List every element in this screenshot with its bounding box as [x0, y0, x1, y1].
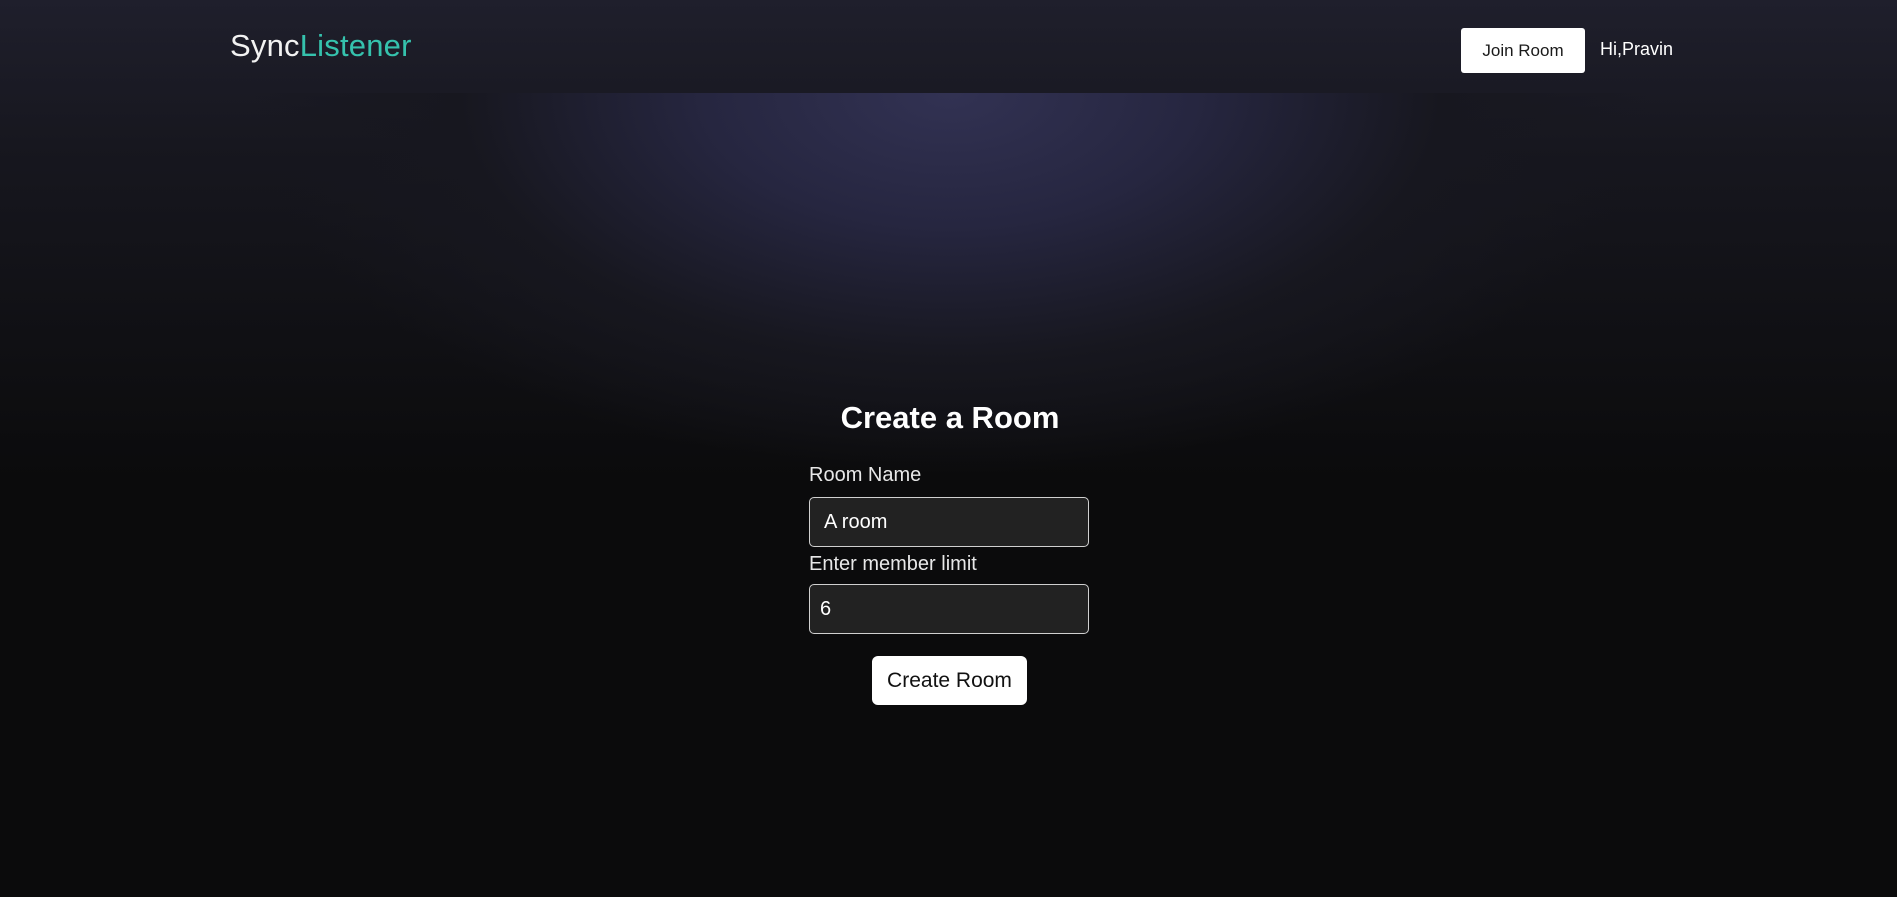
create-room-button[interactable]: Create Room: [872, 656, 1027, 705]
member-limit-input[interactable]: [809, 584, 1089, 634]
join-room-button[interactable]: Join Room: [1461, 28, 1585, 73]
form-title: Create a Room: [840, 400, 1060, 435]
brand-logo-listener: Listener: [299, 28, 412, 63]
user-greeting: Hi,Pravin: [1600, 39, 1674, 59]
brand-logo[interactable]: SyncListener: [230, 28, 412, 64]
hero-panel: [210, 93, 1690, 513]
navbar: SyncListener Join Room Hi,Pravin: [0, 0, 1897, 93]
room-name-label: Room Name: [809, 464, 922, 486]
member-limit-label: Enter member limit: [809, 553, 977, 575]
brand-logo-sync: Sync: [230, 28, 300, 63]
room-name-input[interactable]: [809, 497, 1089, 547]
page: SyncListener Join Room Hi,Pravin Create …: [0, 0, 1897, 897]
